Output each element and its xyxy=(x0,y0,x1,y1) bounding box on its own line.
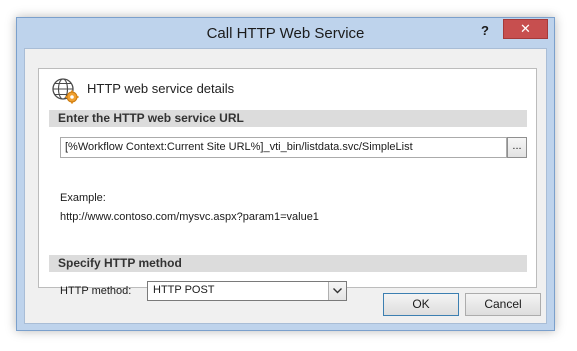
url-input[interactable]: [%Workflow Context:Current Site URL%]_vt… xyxy=(60,137,507,158)
ok-button[interactable]: OK xyxy=(383,293,459,316)
chevron-down-icon[interactable] xyxy=(328,282,346,300)
close-button[interactable]: ✕ xyxy=(503,19,548,39)
dialog-window: Call HTTP Web Service ? ✕ HTTP web servi… xyxy=(16,17,555,331)
details-heading: HTTP web service details xyxy=(87,81,235,96)
close-icon: ✕ xyxy=(520,21,531,36)
details-group-box: HTTP web service details Enter the HTTP … xyxy=(38,68,537,301)
url-section-header: Enter the HTTP web service URL xyxy=(49,110,527,127)
cancel-button[interactable]: Cancel xyxy=(465,293,541,316)
example-url-text: http://www.contoso.com/mysvc.aspx?param1… xyxy=(60,211,319,223)
title-bar[interactable]: Call HTTP Web Service ? ✕ xyxy=(17,18,554,48)
help-button[interactable]: ? xyxy=(474,21,496,41)
http-method-select[interactable]: HTTP POST xyxy=(147,281,347,301)
http-method-label: HTTP method: xyxy=(60,285,132,297)
example-label: Example: xyxy=(60,192,106,204)
web-service-globe-gear-icon xyxy=(51,77,81,105)
http-method-selected-value: HTTP POST xyxy=(153,284,215,296)
dialog-client-area: HTTP web service details Enter the HTTP … xyxy=(24,48,547,324)
url-browse-button[interactable]: ... xyxy=(507,137,527,158)
method-section-header: Specify HTTP method xyxy=(49,255,527,272)
